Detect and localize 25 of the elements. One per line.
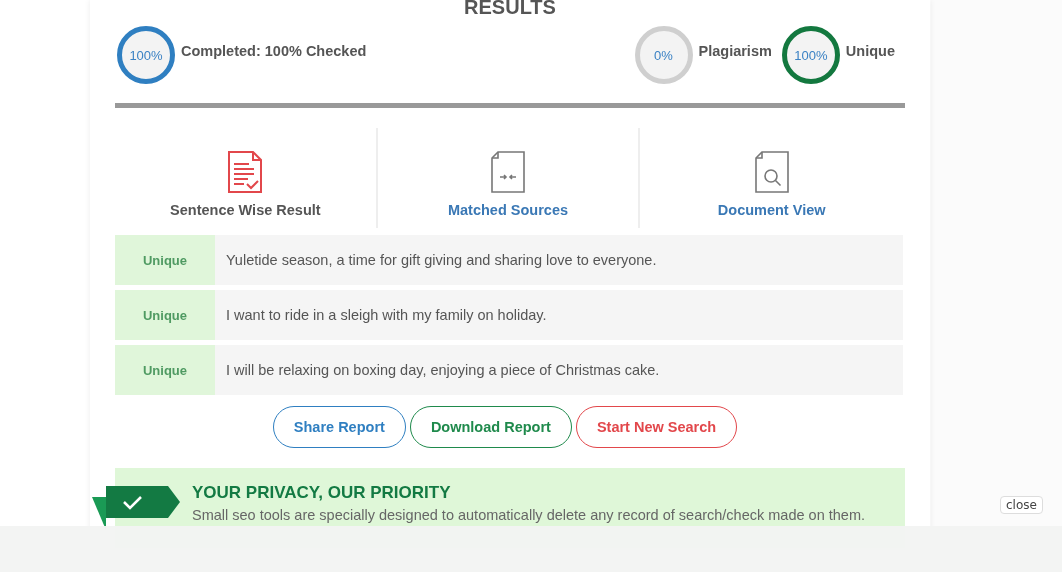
document-lines-icon bbox=[227, 151, 264, 193]
percent-value: 100% bbox=[794, 47, 828, 63]
close-button[interactable]: close bbox=[1000, 496, 1043, 514]
tab[interactable]: Sentence Wise Result bbox=[115, 128, 378, 228]
privacy-title: YOUR PRIVACY, OUR PRIORITY bbox=[192, 483, 452, 503]
tab[interactable]: Matched Sources bbox=[377, 128, 641, 228]
document-search-icon bbox=[753, 151, 790, 193]
sentence-text: I will be relaxing on boxing day, enjoying a piece of Christmas cake. bbox=[225, 361, 660, 380]
document-arrows-icon bbox=[490, 151, 526, 193]
status-badge: Unique bbox=[115, 235, 215, 285]
stat-label: Plagiarism bbox=[698, 43, 772, 59]
percent-value: 0% bbox=[654, 47, 673, 63]
report-button[interactable]: Share Report bbox=[272, 406, 406, 448]
percent-value: 100% bbox=[129, 47, 163, 63]
status-badge: Unique bbox=[115, 290, 215, 340]
stat-label: Completed: 100% Checked bbox=[181, 43, 367, 59]
tab[interactable]: Document View bbox=[640, 128, 903, 228]
status-badge: Unique bbox=[115, 345, 215, 395]
stat-label: Unique bbox=[845, 43, 895, 59]
privacy-text: Small seo tools are specially designed to automatically delete any record of search/check made on them. bbox=[192, 507, 866, 523]
results-heading: RESULTS bbox=[463, 0, 557, 14]
sentence-text: Yuletide season, a time for gift giving and sharing love to everyone. bbox=[225, 251, 657, 270]
report-button[interactable]: Download Report bbox=[409, 406, 572, 448]
sentence-text: I want to ride in a sleigh with my family on holiday. bbox=[225, 306, 547, 325]
report-button[interactable]: Start New Search bbox=[575, 406, 738, 448]
